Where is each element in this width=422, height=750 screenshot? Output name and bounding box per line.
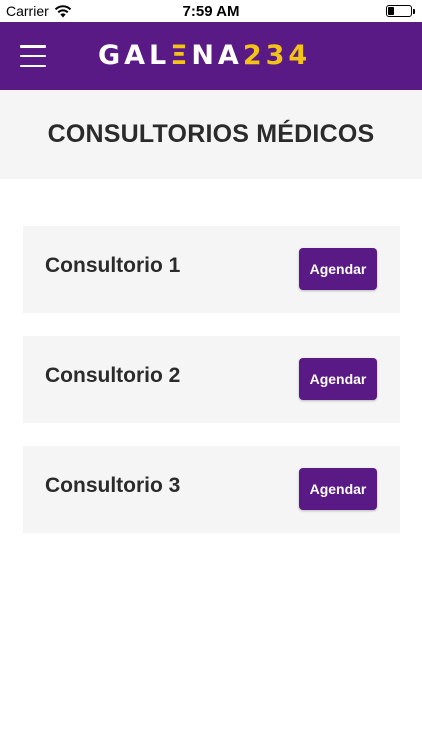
consultorio-card-2: Consultorio 2 Agendar xyxy=(23,336,400,423)
consultorio-card-1: Consultorio 1 Agendar xyxy=(23,226,400,313)
logo-text-a: GAL xyxy=(98,40,171,71)
menu-line xyxy=(20,45,46,48)
agendar-button[interactable]: Agendar xyxy=(299,248,377,290)
consultorio-card-3: Consultorio 3 Agendar xyxy=(23,446,400,533)
battery-level xyxy=(388,7,394,15)
status-bar: Carrier 7:59 AM xyxy=(0,0,422,22)
consultorio-name: Consultorio 2 xyxy=(45,364,181,387)
logo-text-b: Ξ xyxy=(170,40,192,71)
consultorio-name: Consultorio 1 xyxy=(45,254,181,277)
agendar-button[interactable]: Agendar xyxy=(299,358,377,400)
page-title: CONSULTORIOS MÉDICOS xyxy=(47,120,375,148)
status-time: 7:59 AM xyxy=(182,3,240,20)
menu-line xyxy=(20,64,46,67)
logo-text-d: 234 xyxy=(242,40,312,71)
menu-line xyxy=(20,54,46,58)
app-header: GALΞNA234 xyxy=(0,22,422,90)
battery-icon xyxy=(386,5,415,17)
title-band: CONSULTORIOS MÉDICOS xyxy=(0,90,422,179)
logo-text-c: NA xyxy=(191,40,243,71)
agendar-button[interactable]: Agendar xyxy=(299,468,377,510)
consultorio-list: Consultorio 1 Agendar Consultorio 2 Agen… xyxy=(23,226,400,556)
hamburger-menu-icon[interactable] xyxy=(18,42,48,70)
consultorio-name: Consultorio 3 xyxy=(45,474,181,497)
galena-logo: GALΞNA234 xyxy=(98,41,311,71)
